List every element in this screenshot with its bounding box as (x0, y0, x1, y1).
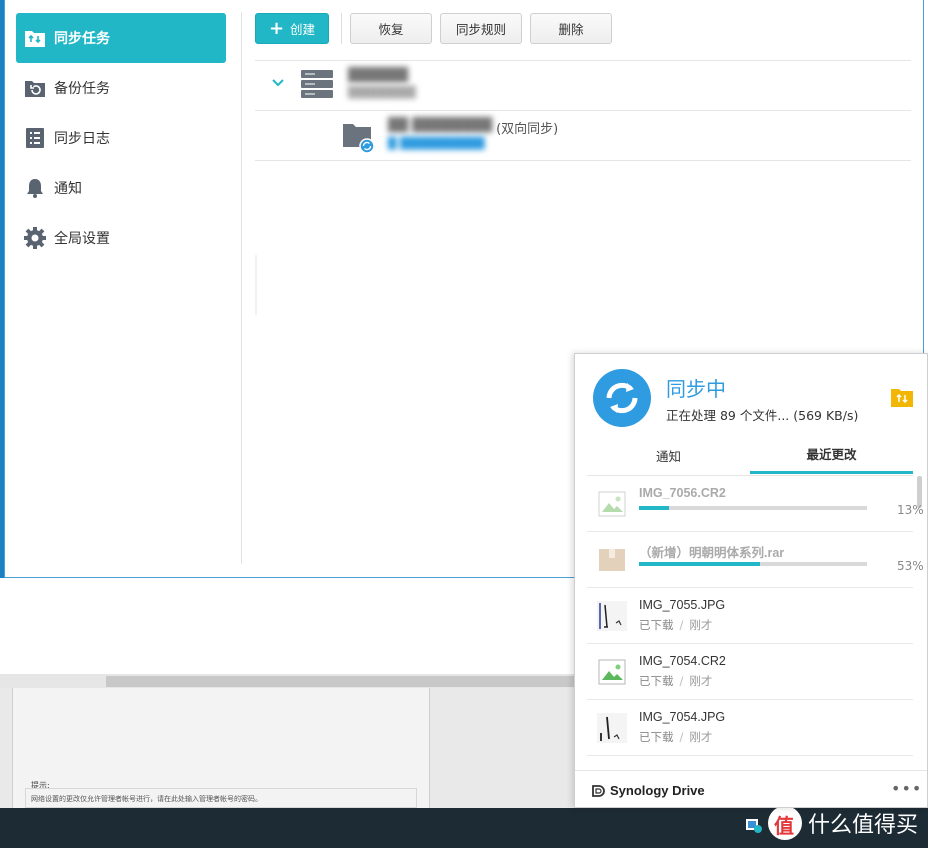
file-status: 已下载 (639, 618, 674, 632)
delete-button[interactable]: 删除 (530, 13, 612, 44)
tray-sync-icon[interactable] (746, 817, 762, 833)
create-label: 创建 (290, 22, 316, 37)
sidebar-item-label: 备份任务 (54, 81, 110, 97)
file-name: （新增）明朝明体系列.rar (639, 546, 785, 560)
list-divider (255, 160, 911, 161)
file-meta: 已下载 / 刚才 (639, 618, 713, 632)
photo-thumb (597, 713, 627, 743)
log-icon (24, 127, 46, 149)
list-item[interactable]: IMG_7054.CR2 已下载 / 刚才 (587, 644, 913, 700)
sync-rules-button[interactable]: 同步规则 (440, 13, 522, 44)
file-name: IMG_7054.JPG (639, 710, 726, 724)
file-name: IMG_7054.CR2 (639, 654, 726, 668)
watermark: 什么值得买 (767, 806, 918, 840)
syncing-icon (593, 369, 651, 427)
more-options-button[interactable]: ••• (891, 779, 921, 799)
file-time: 刚才 (689, 674, 713, 688)
status-detail: 正在处理 89 个文件... (569 KB/s) (666, 408, 859, 423)
progress-bar (639, 506, 867, 510)
list-item[interactable]: IMG_7056.CR2 13% (587, 476, 924, 532)
progress-bar (639, 562, 867, 566)
watermark-logo-icon (767, 806, 802, 840)
file-status: 已下载 (639, 730, 674, 744)
file-time: 刚才 (689, 730, 713, 744)
sidebar-item-label: 同步日志 (54, 131, 110, 147)
sync-mode-label: (双向同步) (496, 122, 559, 137)
task-name-redacted: ██ ████████ (388, 118, 493, 133)
progress-fill (639, 562, 760, 566)
image-thumb-icon (598, 659, 626, 685)
file-meta: 已下载 / 刚才 (639, 730, 713, 744)
brand-name: Synology Drive (610, 783, 705, 798)
panel-footer: Synology Drive ••• (575, 770, 927, 808)
photo-thumb (597, 601, 627, 631)
background-dialog: 提示: 网络设置的更改仅允许管理者帐号进行，请在此处输入管理者帐号的密码。 (12, 688, 430, 808)
file-meta: 已下载 / 刚才 (639, 674, 713, 688)
sidebar-item-global-settings[interactable]: 全局设置 (16, 213, 226, 263)
status-title: 同步中 (666, 377, 726, 401)
sidebar-item-notifications[interactable]: 通知 (16, 163, 226, 213)
open-folder-icon[interactable] (891, 387, 913, 407)
list-item[interactable]: IMG_7055.JPG 已下载 / 刚才 (587, 588, 913, 644)
sidebar-divider (241, 12, 242, 564)
server-name-redacted: ██████ (348, 68, 408, 83)
backup-icon (24, 77, 46, 99)
list-divider (255, 110, 911, 111)
sidebar-item-label: 全局设置 (54, 231, 110, 247)
create-button[interactable]: + 创建 (255, 13, 329, 44)
panel-tabs: 通知 最近更改 (587, 436, 913, 474)
server-address-redacted: ████████ (348, 86, 416, 99)
progress-percent: 13% (897, 503, 924, 517)
gear-icon (24, 227, 46, 249)
sidebar-item-label: 同步任务 (54, 31, 110, 47)
tab-notifications[interactable]: 通知 (587, 436, 750, 474)
sidebar-item-sync-tasks[interactable]: 同步任务 (16, 13, 226, 63)
hint-text: 网络设置的更改仅允许管理者帐号进行，请在此处输入管理者帐号的密码。 (31, 795, 262, 803)
progress-percent: 53% (897, 559, 924, 573)
file-name: IMG_7056.CR2 (639, 486, 726, 500)
archive-icon (599, 549, 625, 571)
server-icon (301, 70, 333, 98)
sync-status-panel: 同步中 正在处理 89 个文件... (569 KB/s) 通知 最近更改 IM… (574, 353, 928, 808)
image-thumb-icon (598, 491, 626, 517)
toolbar-separator (341, 13, 342, 44)
plus-icon: + (268, 17, 285, 39)
toolbar: + 创建 恢复 同步规则 删除 (255, 13, 620, 44)
file-time: 刚才 (689, 618, 713, 632)
sync-task-folder-icon (343, 124, 375, 154)
sidebar-item-sync-log[interactable]: 同步日志 (16, 113, 226, 163)
file-status: 已下载 (639, 674, 674, 688)
list-divider (255, 60, 911, 61)
background-scroll-thumb[interactable] (106, 676, 575, 687)
sync-folder-icon (24, 27, 46, 49)
file-name: IMG_7055.JPG (639, 598, 726, 612)
task-path-redacted: █ ██████████ (388, 137, 485, 150)
tab-recent-changes[interactable]: 最近更改 (750, 436, 913, 474)
watermark-text: 什么值得买 (807, 813, 918, 838)
sidebar-item-backup-tasks[interactable]: 备份任务 (16, 63, 226, 113)
sidebar-item-label: 通知 (54, 181, 82, 197)
task-name: ██ ████████ (双向同步) (388, 118, 558, 137)
synology-drive-logo-icon (592, 785, 605, 797)
bell-icon (24, 177, 46, 199)
empty-area (255, 255, 257, 315)
chevron-down-icon[interactable] (270, 75, 286, 91)
restore-button[interactable]: 恢复 (350, 13, 432, 44)
list-item[interactable]: （新增）明朝明体系列.rar 53% (587, 532, 924, 588)
list-item[interactable]: IMG_7054.JPG 已下载 / 刚才 (587, 700, 913, 756)
progress-fill (639, 506, 669, 510)
sidebar: 同步任务 备份任务 同步日志 通知 全局设置 (5, 0, 241, 577)
